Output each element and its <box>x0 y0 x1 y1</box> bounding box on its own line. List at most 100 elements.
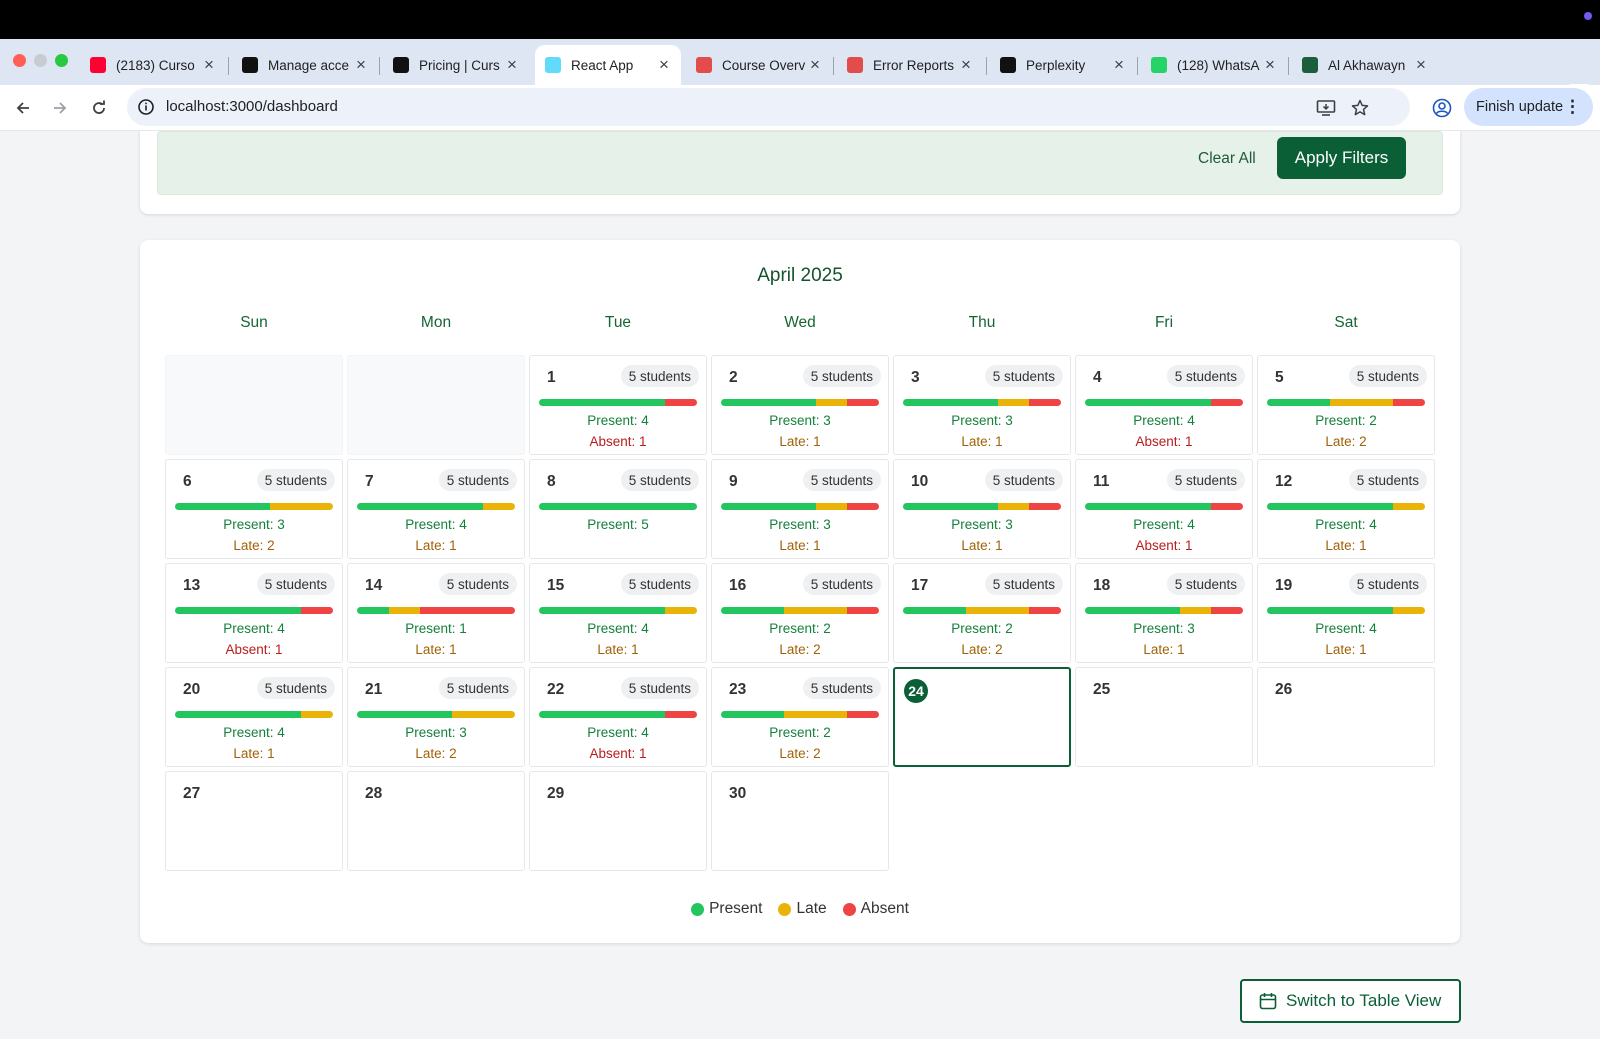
browser-tab[interactable]: Pricing | Curs × <box>383 45 529 85</box>
day-cell[interactable]: 15 5 students Present: 4 Late: 1 <box>529 563 707 663</box>
close-tab-icon[interactable]: × <box>806 55 824 75</box>
switch-to-table-view-button[interactable]: Switch to Table View <box>1240 979 1461 1023</box>
back-button[interactable] <box>8 93 38 123</box>
calendar-grid: 1 5 students Present: 4 Absent: 1 2 5 student… <box>165 355 1435 875</box>
forward-button[interactable] <box>45 93 75 123</box>
install-app-icon[interactable] <box>1315 97 1337 119</box>
day-cell[interactable]: 27 <box>165 771 343 871</box>
close-tab-icon[interactable]: × <box>655 55 673 75</box>
day-number: 18 <box>1093 577 1111 594</box>
attendance-bar <box>1085 607 1243 614</box>
absent-segment <box>1029 399 1061 406</box>
day-cell[interactable]: 25 <box>1075 667 1253 767</box>
close-tab-icon[interactable]: × <box>957 55 975 75</box>
close-tab-icon[interactable]: × <box>1412 55 1430 75</box>
close-tab-icon[interactable]: × <box>200 55 218 75</box>
present-count: Present: 4 <box>223 621 285 636</box>
profile-button[interactable] <box>1428 94 1456 122</box>
day-cell[interactable]: 16 5 students Present: 2 Late: 2 <box>711 563 889 663</box>
absent-segment <box>1211 503 1243 510</box>
student-count-badge: 5 students <box>802 469 881 491</box>
day-cell[interactable]: 6 5 students Present: 3 Late: 2 <box>165 459 343 559</box>
browser-tab[interactable]: Course Overv × <box>686 45 832 85</box>
absent-count: Absent: 1 <box>589 746 647 761</box>
day-cell[interactable]: 3 5 students Present: 3 Late: 1 <box>893 355 1071 455</box>
attendance-bar <box>903 607 1061 614</box>
maximize-window-button[interactable] <box>55 54 68 67</box>
day-cell[interactable]: 4 5 students Present: 4 Absent: 1 <box>1075 355 1253 455</box>
late-count: Late: 1 <box>779 538 821 553</box>
day-cell[interactable]: 21 5 students Present: 3 Late: 2 <box>347 667 525 767</box>
day-cell[interactable]: 13 5 students Present: 4 Absent: 1 <box>165 563 343 663</box>
day-cell[interactable]: 22 5 students Present: 4 Absent: 1 <box>529 667 707 767</box>
late-count: Late: 1 <box>415 538 457 553</box>
browser-tab[interactable]: Al Akhawayn × <box>1292 45 1438 85</box>
weekday-label: Mon <box>420 314 452 331</box>
close-tab-icon[interactable]: × <box>352 55 370 75</box>
attendance-bar <box>539 607 697 614</box>
day-cell[interactable]: 19 5 students Present: 4 Late: 1 <box>1257 563 1435 663</box>
apply-filters-button[interactable]: Apply Filters <box>1277 137 1406 179</box>
browser-tab[interactable]: Manage acce × <box>232 45 378 85</box>
late-count: Late: 2 <box>233 538 275 553</box>
late-segment <box>815 399 848 406</box>
day-cell[interactable]: 7 5 students Present: 4 Late: 1 <box>347 459 525 559</box>
present-segment <box>903 399 998 406</box>
browser-tab[interactable]: React App × <box>535 45 681 85</box>
day-cell[interactable]: 30 <box>711 771 889 871</box>
day-cell[interactable]: 10 5 students Present: 3 Late: 1 <box>893 459 1071 559</box>
attendance-bar <box>539 711 697 718</box>
absent-segment <box>665 711 697 718</box>
address-bar[interactable]: localhost:3000/dashboard <box>127 88 1410 126</box>
course-icon <box>696 57 712 73</box>
day-cell[interactable]: 14 5 students Present: 1 Late: 1 <box>347 563 525 663</box>
close-tab-icon[interactable]: × <box>1261 55 1279 75</box>
minimize-window-button[interactable] <box>34 54 47 67</box>
present-count: Present: 3 <box>769 517 831 532</box>
close-tab-icon[interactable]: × <box>1110 55 1128 75</box>
today-cell[interactable]: 24 <box>893 667 1071 767</box>
attendance-bar <box>721 399 879 406</box>
day-cell[interactable]: 12 5 students Present: 4 Late: 1 <box>1257 459 1435 559</box>
browser-tab[interactable]: Error Reports × <box>837 45 983 85</box>
day-number: 26 <box>1275 681 1293 698</box>
late-count: Late: 1 <box>233 746 275 761</box>
day-cell[interactable]: 26 <box>1257 667 1435 767</box>
student-count-badge: 5 students <box>620 469 699 491</box>
day-number: 30 <box>729 785 747 802</box>
browser-tab[interactable]: Perplexity × <box>990 45 1136 85</box>
today-badge: 24 <box>904 679 928 703</box>
day-cell[interactable]: 28 <box>347 771 525 871</box>
day-cell[interactable]: 23 5 students Present: 2 Late: 2 <box>711 667 889 767</box>
close-window-button[interactable] <box>13 54 26 67</box>
day-cell[interactable]: 8 5 students Present: 5 <box>529 459 707 559</box>
day-cell[interactable]: 18 5 students Present: 3 Late: 1 <box>1075 563 1253 663</box>
clear-all-button[interactable]: Clear All <box>1198 150 1256 168</box>
student-count-badge: 5 students <box>1348 365 1427 387</box>
day-cell[interactable]: 20 5 students Present: 4 Late: 1 <box>165 667 343 767</box>
student-count-badge: 5 students <box>438 573 517 595</box>
bookmark-star-icon[interactable] <box>1349 97 1371 119</box>
reload-button[interactable] <box>84 93 114 123</box>
more-vert-icon[interactable]: ⋮ <box>1564 97 1581 117</box>
youtube-icon <box>90 57 106 73</box>
day-cell[interactable]: 5 5 students Present: 2 Late: 2 <box>1257 355 1435 455</box>
error-reports-icon <box>847 57 863 73</box>
day-cell[interactable]: 2 5 students Present: 3 Late: 1 <box>711 355 889 455</box>
day-cell[interactable]: 29 <box>529 771 707 871</box>
day-cell[interactable]: 9 5 students Present: 3 Late: 1 <box>711 459 889 559</box>
site-info-icon[interactable] <box>137 98 155 116</box>
url-text[interactable]: localhost:3000/dashboard <box>166 98 338 115</box>
browser-tab[interactable]: (128) WhatsA × <box>1141 45 1287 85</box>
close-tab-icon[interactable]: × <box>503 55 521 75</box>
finish-update-button[interactable]: Finish update ⋮ <box>1464 88 1593 126</box>
present-segment <box>903 607 967 614</box>
day-cell[interactable]: 17 5 students Present: 2 Late: 2 <box>893 563 1071 663</box>
day-cell[interactable]: 1 5 students Present: 4 Absent: 1 <box>529 355 707 455</box>
present-segment <box>721 399 816 406</box>
present-count: Present: 4 <box>1133 413 1195 428</box>
student-count-badge: 5 students <box>1166 573 1245 595</box>
browser-tab[interactable]: (2183) Curso × <box>80 45 226 85</box>
day-cell[interactable]: 11 5 students Present: 4 Absent: 1 <box>1075 459 1253 559</box>
tab-title: (128) WhatsA <box>1177 57 1260 73</box>
